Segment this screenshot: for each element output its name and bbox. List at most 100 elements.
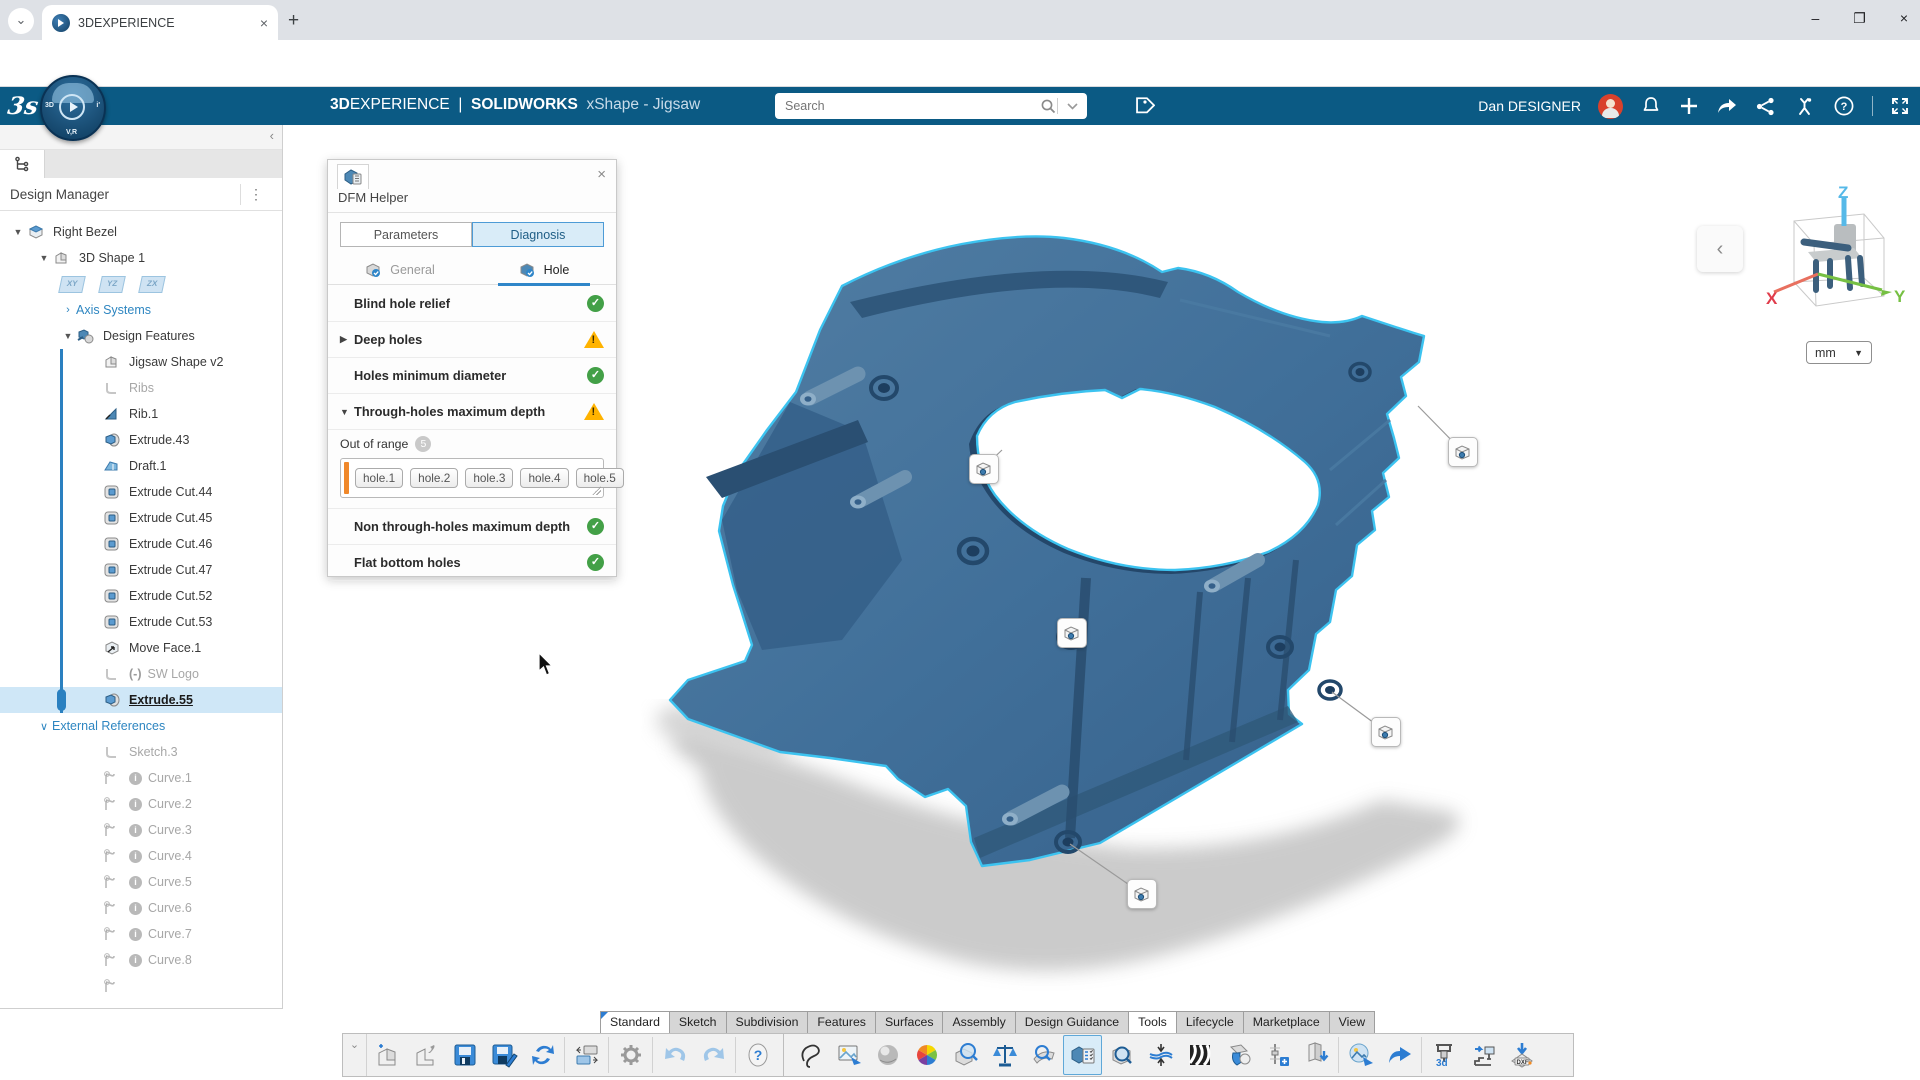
dfm-check-non-through-holes-maximum-depth[interactable]: Non through-holes maximum depth✓ [328,509,616,545]
dfm-check-deep-holes[interactable]: ▶Deep holes [328,322,616,358]
settings-icon[interactable] [611,1035,650,1075]
tree-view-tab[interactable] [0,150,45,178]
sync-icon[interactable] [523,1035,562,1075]
tree-item-sketch-3[interactable]: Sketch.3 [0,739,282,765]
tree-item-curve-1[interactable]: !iCurve.1 [0,765,282,791]
ribbon-tab-assembly[interactable]: Assembly [942,1011,1015,1033]
toolbar-overflow-icon[interactable]: ⌄ [343,1034,367,1076]
magnify-part-icon[interactable] [946,1035,985,1075]
save-as-icon[interactable] [484,1035,523,1075]
save-icon[interactable] [445,1035,484,1075]
capture-image-icon[interactable] [829,1035,868,1075]
tree-item-rib-1[interactable]: Rib.1 [0,401,282,427]
hole-annotation-badge[interactable] [1057,618,1087,648]
tab-close-icon[interactable]: × [260,15,268,31]
tree-caret-icon[interactable]: ▼ [10,227,26,237]
hole-chip[interactable]: hole.5 [576,468,624,488]
ribbon-tab-standard[interactable]: Standard [600,1011,670,1033]
tree-item-external-references[interactable]: ∨External References [0,713,282,739]
tree-item-ribs[interactable]: Ribs [0,375,282,401]
share-network-icon[interactable] [1755,96,1776,117]
share-forward-icon[interactable] [1716,95,1738,117]
dfm-dialog-tab-icon[interactable] [337,164,369,189]
tree-item-curve-4[interactable]: !iCurve.4 [0,843,282,869]
lasso-select-icon[interactable] [790,1035,829,1075]
ribbon-tab-design-guidance[interactable]: Design Guidance [1015,1011,1129,1033]
tree-item-extrude-cut-53[interactable]: Extrude Cut.53 [0,609,282,635]
import-export-icon[interactable] [567,1035,606,1075]
orientation-triad[interactable]: X Y Z [1756,186,1906,331]
ribbon-tab-sketch[interactable]: Sketch [669,1011,727,1033]
tree-caret-icon[interactable]: ▼ [36,253,52,263]
tree-item-3d-shape-1[interactable]: ▼3D Shape 1 [0,245,282,271]
section-slider-icon[interactable] [1258,1035,1297,1075]
ribbon-tab-subdivision[interactable]: Subdivision [726,1011,809,1033]
dfm-helper-icon[interactable] [1063,1035,1102,1075]
hole-annotation-badge[interactable] [969,454,999,484]
tree-item-curve-6[interactable]: !iCurve.6 [0,895,282,921]
window-restore-icon[interactable]: ❐ [1853,10,1866,27]
help-icon[interactable]: ? [1833,95,1855,117]
tree-item-extrude-cut-47[interactable]: Extrude Cut.47 [0,557,282,583]
help-icon[interactable]: ? [738,1035,777,1075]
tree-item-blank[interactable]: ! [0,973,282,999]
dfm-check-blind-hole-relief[interactable]: Blind hole relief✓ [328,286,616,322]
hole-annotation-badge[interactable] [1127,879,1157,909]
viewport-panel-expander[interactable]: ‹ [1697,226,1743,272]
color-wheel-icon[interactable] [907,1035,946,1075]
tree-item-curve-7[interactable]: !iCurve.7 [0,921,282,947]
tree-item-curve-5[interactable]: !iCurve.5 [0,869,282,895]
compass-logo[interactable]: 3D i' V,R [40,75,106,141]
batch-save-icon[interactable] [1297,1035,1336,1075]
tree-item-extrude-55[interactable]: Extrude.55 [0,687,282,713]
search-options-chevron-icon[interactable] [1058,103,1087,110]
browser-tab[interactable]: 3DEXPERIENCE × [42,5,278,40]
tree-caret-icon[interactable]: ∨ [36,720,52,733]
print-3d-icon[interactable]: 3d [1424,1035,1463,1075]
dfm-tab-parameters[interactable]: Parameters [340,222,472,247]
tree-item-curve-8[interactable]: !iCurve.8 [0,947,282,973]
dfm-check-through-holes-maximum-depth[interactable]: ▼Through-holes maximum depth [328,394,616,430]
search-input[interactable] [775,99,1040,113]
thickness-check-icon[interactable] [1141,1035,1180,1075]
dfm-subtab-hole[interactable]: Hole [472,256,616,284]
window-close-icon[interactable]: × [1900,10,1908,27]
tree-item-design-features[interactable]: ▼Design Features [0,323,282,349]
tag-icon[interactable] [1130,94,1155,119]
hole-annotation-badge[interactable] [1448,437,1478,467]
plane-xy-icon[interactable]: XY [58,276,86,293]
plane-zx-icon[interactable]: ZX [138,276,166,293]
dfm-check-flat-bottom-holes[interactable]: Flat bottom holes✓ [328,545,616,581]
plane-yz-icon[interactable]: YZ [98,276,126,293]
ribbon-tab-tools[interactable]: Tools [1128,1011,1177,1033]
plus-icon[interactable] [1679,96,1699,116]
panel-menu-icon[interactable]: ⋮ [240,184,272,205]
tree-item-extrude-cut-45[interactable]: Extrude Cut.45 [0,505,282,531]
dfm-close-icon[interactable]: × [597,166,606,183]
user-avatar[interactable] [1598,94,1623,119]
measure-scale-icon[interactable] [985,1035,1024,1075]
people-icon[interactable] [1793,95,1816,118]
new-part-icon[interactable] [367,1035,406,1075]
tree-caret-icon[interactable]: ▼ [60,331,76,341]
draft-analysis-icon[interactable] [1024,1035,1063,1075]
design-review-icon[interactable] [1102,1035,1141,1075]
out-of-range-hole-list[interactable]: hole.1hole.2hole.3hole.4hole.5 [340,458,604,498]
zebra-stripes-icon[interactable] [1180,1035,1219,1075]
material-sphere-icon[interactable] [868,1035,907,1075]
hole-annotation-badge[interactable] [1371,717,1401,747]
tree-item-jigsaw-shape-v2[interactable]: Jigsaw Shape v2 [0,349,282,375]
export-dxf-icon[interactable]: DXF [1502,1035,1541,1075]
toolpath-icon[interactable] [1463,1035,1502,1075]
share-link-icon[interactable] [1380,1035,1419,1075]
hole-chip[interactable]: hole.1 [355,468,403,488]
open-part-icon[interactable] [406,1035,445,1075]
tree-item-axis-systems[interactable]: ›Axis Systems [0,297,282,323]
units-dropdown[interactable]: mm▼ [1806,341,1872,364]
hole-chip[interactable]: hole.3 [465,468,513,488]
tree-caret-icon[interactable]: › [60,304,76,316]
search-icon[interactable] [1040,98,1057,115]
tree-item-curve-3[interactable]: !iCurve.3 [0,817,282,843]
tree-item-extrude-cut-44[interactable]: Extrude Cut.44 [0,479,282,505]
bell-icon[interactable] [1640,95,1662,117]
